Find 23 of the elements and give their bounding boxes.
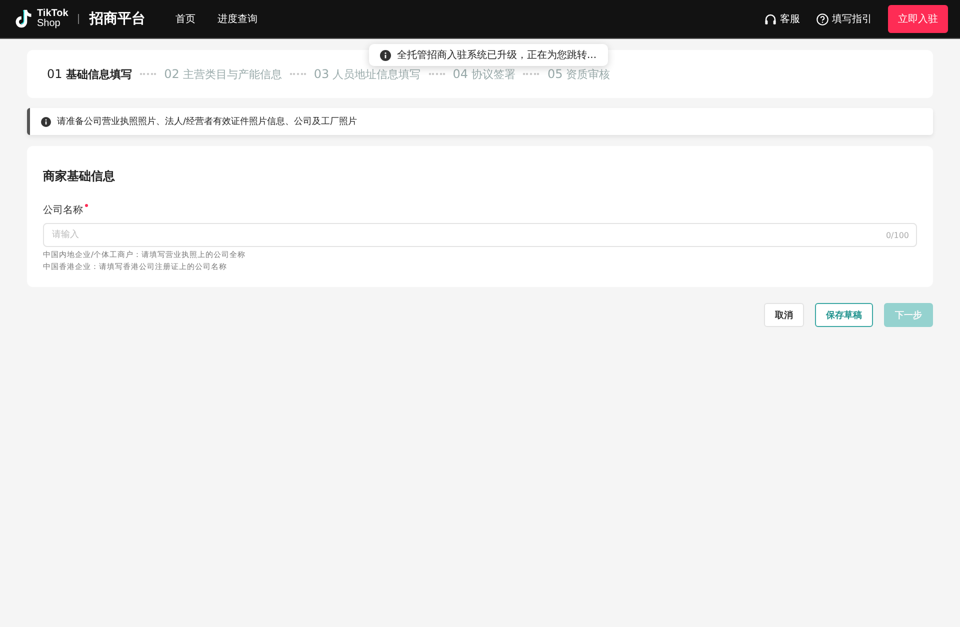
join-button[interactable]: 立即入驻 [888, 5, 948, 33]
step-tab[interactable]: 02 主营类目与产能信息 [164, 66, 282, 82]
notice-text: 请准备公司营业执照照片、法人/经营者有效证件照片信息、公司及工厂照片 [57, 116, 358, 128]
char-counter: 0/100 [886, 231, 909, 240]
toast-text: 全托管招商入驻系统已升级，正在为您跳转... [397, 48, 597, 62]
step-tab[interactable]: 01 基础信息填写 [47, 66, 132, 82]
step-tab[interactable]: 04 协议签署 [452, 66, 516, 82]
help-icon [816, 12, 829, 26]
headphones-icon [764, 12, 777, 26]
header-link[interactable]: 填写指引 [816, 12, 872, 26]
header-link[interactable]: 客服 [764, 12, 800, 26]
logo-text: TikTok Shop [37, 9, 68, 29]
section-title: 商家基础信息 [43, 168, 116, 185]
step-tab[interactable]: 03 人员地址信息填写 [314, 66, 421, 82]
info-icon [41, 116, 51, 126]
info-icon [380, 50, 391, 60]
nav-link[interactable]: 进度查询 [217, 12, 258, 26]
step-tab[interactable]: 05 资质审核 [547, 66, 610, 82]
field-label: 公司名称 [43, 204, 83, 217]
platform-title: 招商平台 [89, 10, 146, 28]
action-button[interactable]: 取消 [764, 303, 804, 327]
nav-link[interactable]: 首页 [175, 12, 196, 26]
action-button[interactable]: 保存草稿 [815, 303, 873, 327]
